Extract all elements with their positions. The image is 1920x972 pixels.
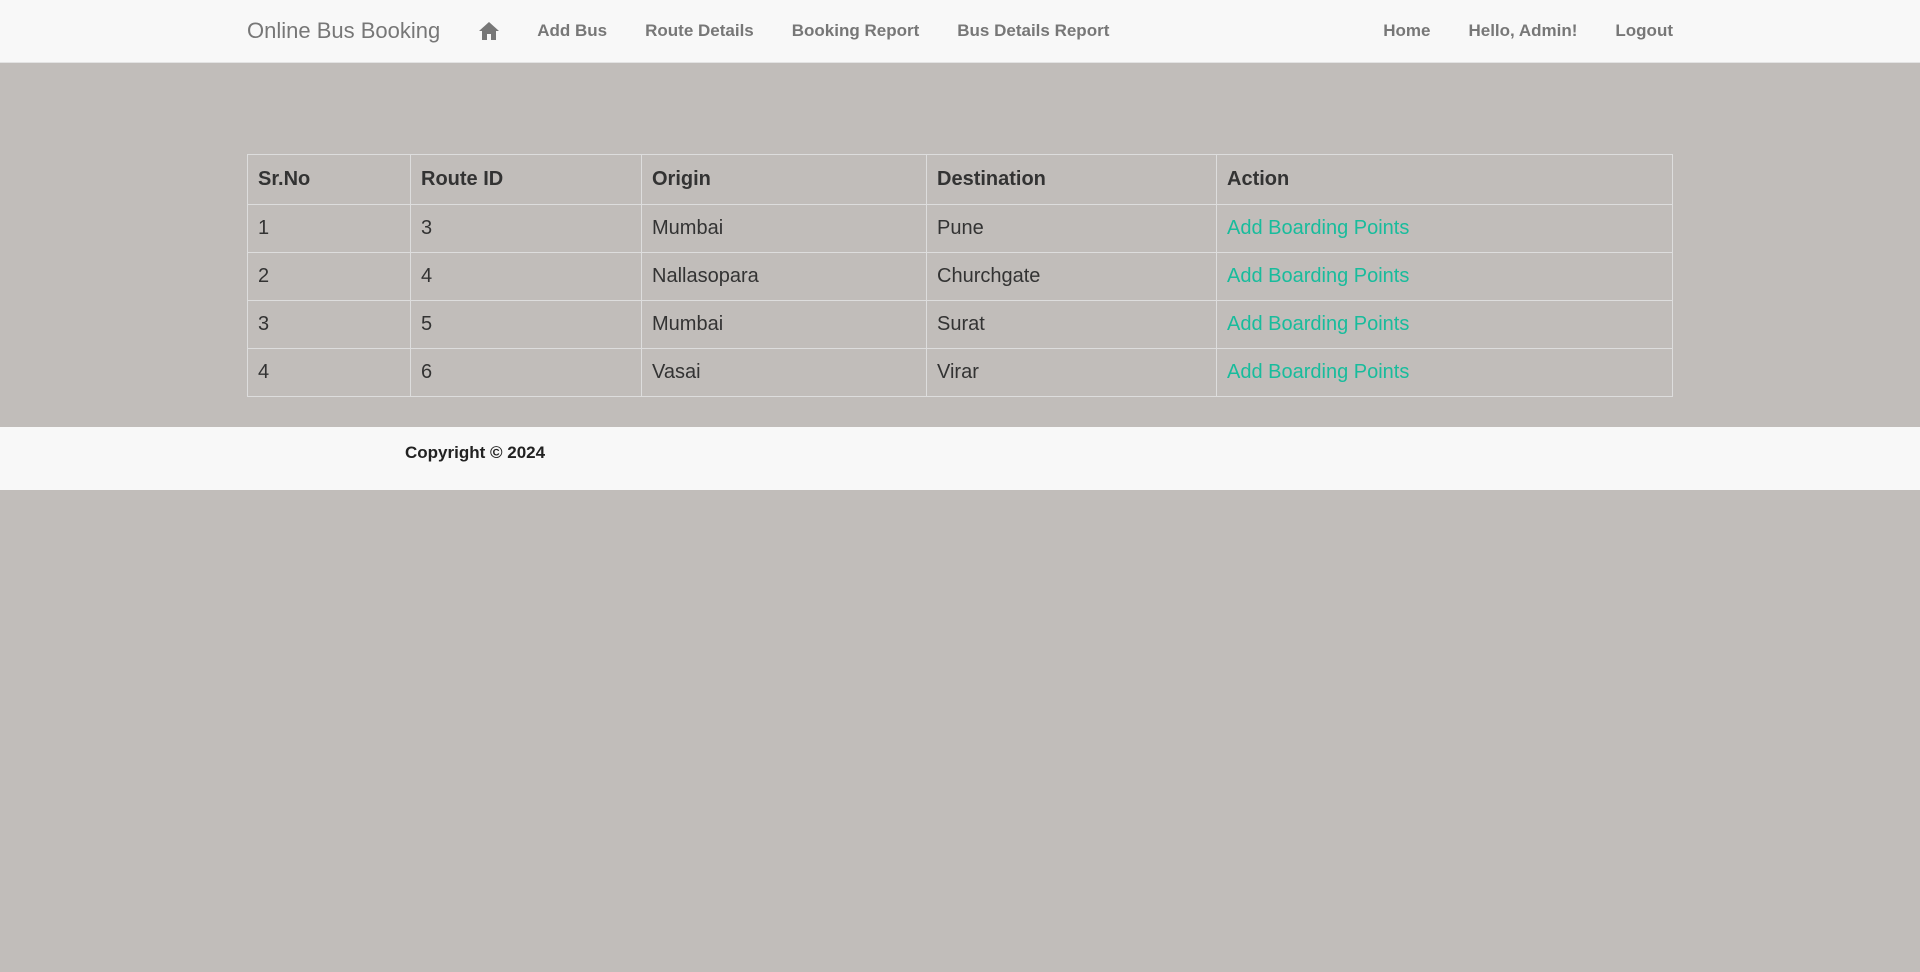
routes-table: Sr.No Route ID Origin Destination Action…: [247, 154, 1673, 397]
nav-right-menu: Home Hello, Admin! Logout: [1345, 21, 1673, 41]
nav-booking-report[interactable]: Booking Report: [792, 21, 920, 40]
cell-sr-no: 1: [247, 204, 411, 253]
cell-route-id: 5: [410, 300, 642, 349]
nav-left-menu: Add Bus Route Details Booking Report Bus…: [537, 21, 1147, 41]
cell-destination: Pune: [926, 204, 1217, 253]
table-row: 1 3 Mumbai Pune Add Boarding Points: [247, 204, 1673, 253]
cell-destination: Churchgate: [926, 252, 1217, 301]
main-content: Sr.No Route ID Origin Destination Action…: [247, 154, 1673, 397]
nav-home[interactable]: Home: [1383, 21, 1430, 40]
table-row: 4 6 Vasai Virar Add Boarding Points: [247, 348, 1673, 397]
cell-action: Add Boarding Points: [1216, 348, 1673, 397]
add-boarding-points-link[interactable]: Add Boarding Points: [1227, 361, 1409, 383]
footer: Copyright © 2024: [0, 427, 1920, 490]
header-sr-no: Sr.No: [247, 154, 411, 205]
add-boarding-points-link[interactable]: Add Boarding Points: [1227, 265, 1409, 287]
table-row: 3 5 Mumbai Surat Add Boarding Points: [247, 300, 1673, 349]
cell-route-id: 3: [410, 204, 642, 253]
table-header-row: Sr.No Route ID Origin Destination Action: [247, 154, 1673, 205]
copyright-text: Copyright © 2024: [405, 443, 546, 462]
brand-link[interactable]: Online Bus Booking: [247, 18, 440, 44]
add-boarding-points-link[interactable]: Add Boarding Points: [1227, 313, 1409, 335]
cell-destination: Virar: [926, 348, 1217, 397]
cell-origin: Nallasopara: [641, 252, 927, 301]
cell-sr-no: 2: [247, 252, 411, 301]
header-route-id: Route ID: [410, 154, 642, 205]
navbar-inner: Online Bus Booking Add Bus Route Details…: [247, 0, 1673, 62]
cell-origin: Mumbai: [641, 204, 927, 253]
table-row: 2 4 Nallasopara Churchgate Add Boarding …: [247, 252, 1673, 301]
header-action: Action: [1216, 154, 1673, 205]
header-destination: Destination: [926, 154, 1217, 205]
header-origin: Origin: [641, 154, 927, 205]
nav-user-greeting[interactable]: Hello, Admin!: [1468, 21, 1577, 40]
cell-action: Add Boarding Points: [1216, 300, 1673, 349]
nav-logout[interactable]: Logout: [1615, 21, 1673, 40]
cell-sr-no: 3: [247, 300, 411, 349]
cell-destination: Surat: [926, 300, 1217, 349]
nav-bus-details-report[interactable]: Bus Details Report: [957, 21, 1109, 40]
navbar: Online Bus Booking Add Bus Route Details…: [0, 0, 1920, 63]
cell-origin: Mumbai: [641, 300, 927, 349]
cell-action: Add Boarding Points: [1216, 204, 1673, 253]
home-icon[interactable]: [478, 21, 500, 41]
cell-route-id: 6: [410, 348, 642, 397]
cell-sr-no: 4: [247, 348, 411, 397]
nav-add-bus[interactable]: Add Bus: [537, 21, 607, 40]
cell-action: Add Boarding Points: [1216, 252, 1673, 301]
add-boarding-points-link[interactable]: Add Boarding Points: [1227, 217, 1409, 239]
cell-route-id: 4: [410, 252, 642, 301]
nav-route-details[interactable]: Route Details: [645, 21, 754, 40]
cell-origin: Vasai: [641, 348, 927, 397]
